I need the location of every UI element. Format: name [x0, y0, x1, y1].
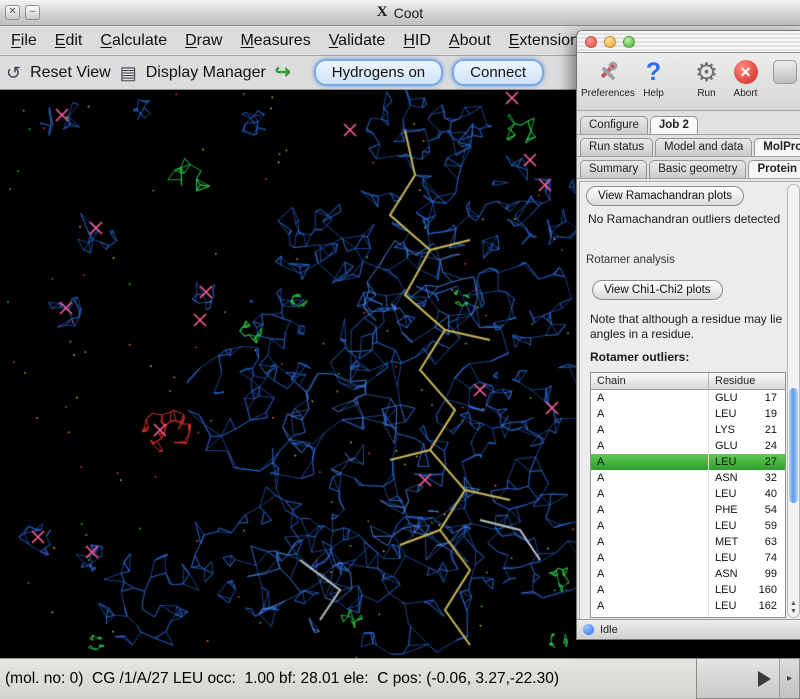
coot-statusbar: (mol. no: 0) CG /1/A/27 LEU occ: 1.00 bf…	[0, 658, 800, 699]
table-row[interactable]: ALEU74	[591, 550, 785, 566]
status-indicator-icon	[583, 624, 594, 635]
preferences-button[interactable]: Preferences	[581, 56, 633, 99]
table-row[interactable]: AGLU17	[591, 390, 785, 406]
traffic-lights	[585, 36, 635, 48]
display-manager-icon[interactable]: ▤	[120, 64, 137, 82]
validation-window[interactable]: Preferences ? Help ⚙ Run ✕ Abort Configu…	[576, 30, 800, 640]
rotamer-note-line1: Note that although a residue may lie	[590, 312, 782, 326]
scrollbar-arrows[interactable]: ▲▼	[788, 600, 799, 616]
tools-icon	[581, 56, 633, 88]
column-header-chain[interactable]: Chain	[591, 373, 709, 390]
atom-status-text: (mol. no: 0) CG /1/A/27 LEU occ: 1.00 bf…	[5, 670, 559, 688]
scrollbar-thumb[interactable]	[789, 388, 798, 503]
table-row[interactable]: APHE54	[591, 502, 785, 518]
connect-button[interactable]: Connect	[452, 59, 544, 86]
protein-tab-content: View Ramachandran plots No Ramachandran …	[579, 181, 800, 621]
table-row[interactable]: ALEU40	[591, 486, 785, 502]
partial-toolbar-button[interactable]	[766, 56, 800, 88]
close-icon[interactable]	[585, 36, 597, 48]
table-row[interactable]: ALEU	[591, 614, 785, 618]
gear-icon: ⚙	[695, 59, 718, 85]
table-row[interactable]: ALEU27	[591, 454, 785, 470]
validation-statusbar: Idle	[577, 619, 800, 639]
tab-model-and-data[interactable]: Model and data	[655, 138, 752, 156]
table-row[interactable]: AMET63	[591, 534, 785, 550]
validation-status-text: Idle	[600, 624, 618, 636]
view-chi-plots-button[interactable]: View Chi1-Chi2 plots	[592, 280, 723, 300]
rotamer-outliers-table: Chain Residue AGLU17ALEU19ALYS21AGLU24AL…	[590, 372, 786, 618]
abort-label: Abort	[727, 88, 764, 99]
tabs-level3: SummaryBasic geometryProteinClashes	[577, 157, 800, 179]
tab-protein[interactable]: Protein	[748, 160, 800, 178]
play-icon[interactable]	[758, 671, 771, 687]
table-row[interactable]: AASN99	[591, 566, 785, 582]
table-row[interactable]: ALEU19	[591, 406, 785, 422]
validation-toolbar: Preferences ? Help ⚙ Run ✕ Abort	[577, 53, 800, 111]
table-row[interactable]: ALYS21	[591, 422, 785, 438]
menu-measures[interactable]: Measures	[231, 29, 319, 53]
green-arrow-icon[interactable]: ↪	[275, 61, 291, 84]
tab-job-2[interactable]: Job 2	[650, 116, 698, 134]
coot-titlebar[interactable]: ✕ – X Coot	[0, 0, 800, 26]
background-window-corner: ▸	[696, 658, 800, 699]
close-icon[interactable]: ✕	[5, 5, 20, 20]
rotamer-outliers-label: Rotamer outliers:	[590, 350, 689, 364]
view-ramachandran-button[interactable]: View Ramachandran plots	[586, 186, 744, 206]
window-title: Coot	[394, 5, 424, 21]
rotamer-table-body: AGLU17ALEU19ALYS21AGLU24ALEU27AASN32ALEU…	[591, 390, 785, 618]
validation-titlebar[interactable]	[577, 31, 800, 53]
partial-toolbar-icon	[773, 60, 797, 84]
tab-basic-geometry[interactable]: Basic geometry	[649, 160, 746, 178]
abort-icon: ✕	[734, 60, 758, 84]
reset-view-button[interactable]: Reset View	[30, 64, 111, 82]
rotamer-note-line2: angles in a residue.	[590, 327, 694, 341]
minimize-icon[interactable]	[604, 36, 616, 48]
help-icon: ?	[646, 60, 661, 85]
rotamer-section-title: Rotamer analysis	[586, 254, 675, 266]
table-row[interactable]: ALEU59	[591, 518, 785, 534]
display-manager-button[interactable]: Display Manager	[146, 64, 266, 82]
corner-scroll-arrow[interactable]: ▸	[779, 659, 799, 698]
content-scrollbar[interactable]: ▲▼	[787, 184, 800, 618]
table-header: Chain Residue	[591, 373, 785, 390]
hydrogens-on-button[interactable]: Hydrogens on	[314, 59, 443, 86]
zoom-icon[interactable]	[623, 36, 635, 48]
table-row[interactable]: ALEU162	[591, 598, 785, 614]
tabs-level2: Run statusModel and dataMolProbity	[577, 135, 800, 157]
menu-edit[interactable]: Edit	[46, 29, 92, 53]
preferences-label: Preferences	[581, 88, 633, 99]
tab-configure[interactable]: Configure	[580, 116, 648, 134]
menu-about[interactable]: About	[440, 29, 500, 53]
reset-view-icon[interactable]: ↺	[6, 64, 21, 82]
menu-file[interactable]: File	[2, 29, 46, 53]
menu-validate[interactable]: Validate	[320, 29, 395, 53]
run-label: Run	[688, 88, 725, 99]
menu-hid[interactable]: HID	[394, 29, 440, 53]
corner-main	[697, 659, 779, 698]
ramachandran-message: No Ramachandran outliers detected	[588, 212, 780, 226]
minimize-icon[interactable]: –	[25, 5, 40, 20]
tab-molprobity[interactable]: MolProbity	[754, 138, 800, 156]
tabs-level1: ConfigureJob 2	[577, 111, 800, 135]
table-row[interactable]: AGLU24	[591, 438, 785, 454]
abort-button[interactable]: ✕ Abort	[727, 56, 764, 99]
window-buttons: ✕ –	[5, 5, 40, 20]
table-row[interactable]: AASN32	[591, 470, 785, 486]
run-button[interactable]: ⚙ Run	[688, 56, 725, 99]
x11-icon: X	[377, 4, 388, 21]
help-label: Help	[635, 88, 672, 99]
menu-draw[interactable]: Draw	[176, 29, 231, 53]
column-header-residue[interactable]: Residue	[709, 373, 785, 390]
tab-summary[interactable]: Summary	[580, 160, 647, 178]
help-button[interactable]: ? Help	[635, 56, 672, 99]
menu-calculate[interactable]: Calculate	[91, 29, 176, 53]
table-row[interactable]: ALEU160	[591, 582, 785, 598]
tab-run-status[interactable]: Run status	[580, 138, 653, 156]
